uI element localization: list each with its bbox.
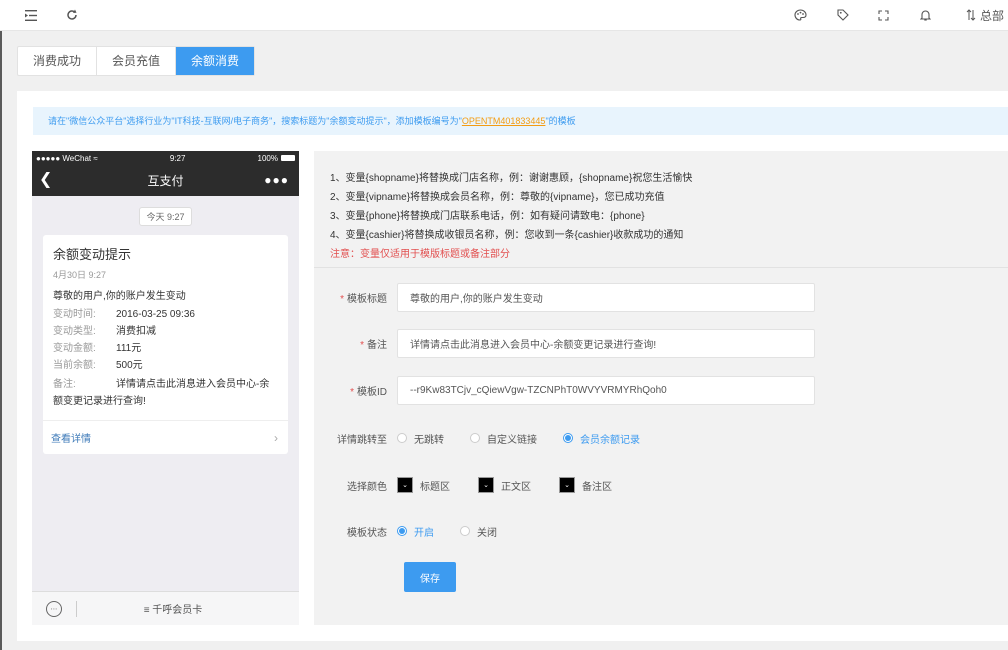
- tab-consume-success[interactable]: 消费成功: [18, 47, 98, 75]
- view-details-label: 查看详情: [51, 434, 91, 445]
- radio-circle-icon: [470, 433, 480, 443]
- title-label: * 模板标题: [340, 294, 387, 305]
- color-row: 选择颜色 ⌄ 标题区 ⌄ 正文区 ⌄ 备注区: [314, 476, 640, 494]
- battery-status: 100%: [258, 154, 295, 163]
- title-row: * 模板标题: [314, 283, 815, 312]
- message-card: 余额变动提示 4月30日 9:27 尊敬的用户,你的账户发生变动 变动时间: 20…: [43, 235, 288, 454]
- phone-preview: ●●●●● WeChat ≈ 9:27 100% ❮ 互支付 ●●● 今天 9:…: [32, 151, 299, 625]
- remark-row: * 备注: [314, 329, 815, 358]
- jump-row: 详情跳转至 无跳转 自定义链接 会员余额记录: [314, 430, 666, 446]
- remark-color-picker[interactable]: ⌄ 备注区: [559, 477, 612, 493]
- phone-nav-bar: ❮ 互支付 ●●●: [32, 165, 299, 196]
- status-row: 模板状态 开启 关闭: [314, 523, 523, 539]
- back-chevron-icon[interactable]: ❮: [39, 172, 52, 188]
- jump-none-radio[interactable]: 无跳转: [397, 431, 444, 446]
- tab-member-recharge[interactable]: 会员充值: [97, 47, 177, 75]
- phone-bottom-bar: ⋯ ≡ 千呼会员卡: [32, 591, 299, 625]
- phone-nav-title: 互支付: [147, 174, 184, 188]
- template-remark-input[interactable]: [397, 329, 815, 358]
- jump-label: 详情跳转至: [337, 434, 387, 446]
- jump-balance-record-radio[interactable]: 会员余额记录: [563, 431, 640, 446]
- tab-bar: 消费成功 会员充值 余额消费: [17, 46, 256, 76]
- remark-label: * 备注: [360, 340, 387, 351]
- phone-status-bar: ●●●●● WeChat ≈ 9:27 100%: [32, 151, 299, 165]
- notice-suffix: "的模板: [545, 116, 576, 126]
- message-row: 当前余额: 500元: [53, 360, 143, 371]
- template-title-input[interactable]: [397, 283, 815, 312]
- left-edge: [0, 31, 2, 650]
- phone-menu-item[interactable]: ≡ 千呼会员卡: [77, 601, 299, 616]
- refresh-icon[interactable]: [63, 0, 81, 30]
- bell-icon[interactable]: [915, 0, 935, 30]
- radio-circle-icon: [397, 433, 407, 443]
- user-switch-icon: [966, 9, 976, 21]
- status-label: 模板状态: [347, 527, 387, 539]
- message-date: 4月30日 9:27: [53, 270, 107, 280]
- view-details-link[interactable]: 查看详情 ›: [43, 420, 288, 454]
- title-color-picker[interactable]: ⌄ 标题区: [397, 477, 450, 493]
- variable-help: 1、变量{shopname}将替换成门店名称，例：谢谢惠顾，{shopname}…: [314, 151, 1008, 264]
- template-id-input[interactable]: [397, 376, 815, 405]
- color-label: 选择颜色: [347, 481, 387, 493]
- palette-icon[interactable]: [790, 0, 810, 30]
- variable-hint: 4、变量{cashier}将替换成收银员名称，例：您收到一条{cashier}收…: [330, 230, 684, 241]
- message-greeting: 尊敬的用户,你的账户发生变动: [53, 291, 186, 302]
- user-menu[interactable]: 总部: [966, 0, 1004, 30]
- main-panel: 请在"微信公众平台"选择行业为"IT科技-互联网/电子商务"，搜索标题为"余额变…: [17, 91, 1008, 641]
- template-code-link[interactable]: OPENTM401833445: [462, 116, 546, 126]
- notice-prefix: 请在"微信公众平台"选择行业为"IT科技-互联网/电子商务"，搜索标题为"余额变…: [48, 116, 462, 126]
- template-notice: 请在"微信公众平台"选择行业为"IT科技-互联网/电子商务"，搜索标题为"余额变…: [33, 107, 1008, 135]
- message-title: 余额变动提示: [53, 247, 132, 262]
- template-form: 1、变量{shopname}将替换成门店名称，例：谢谢惠顾，{shopname}…: [314, 151, 1008, 625]
- jump-custom-link-radio[interactable]: 自定义链接: [470, 431, 537, 446]
- variable-hint: 2、变量{vipname}将替换成会员名称，例：尊敬的{vipname}，您已成…: [330, 192, 665, 203]
- carrier-label: ●●●●● WeChat ≈: [36, 153, 98, 163]
- chevron-down-icon: ⌄: [478, 477, 494, 493]
- chat-timestamp: 今天 9:27: [32, 207, 299, 226]
- template-id-row: * 模板ID: [314, 376, 815, 405]
- save-button[interactable]: 保存: [404, 562, 456, 592]
- status-time: 9:27: [169, 153, 186, 163]
- body-color-picker[interactable]: ⌄ 正文区: [478, 477, 531, 493]
- user-label: 总部: [979, 8, 1004, 23]
- divider: [314, 267, 1008, 268]
- status-on-radio[interactable]: 开启: [397, 524, 434, 539]
- radio-circle-icon: [460, 526, 470, 536]
- battery-icon: [281, 155, 295, 162]
- template-id-label: * 模板ID: [350, 387, 387, 398]
- radio-checked-icon: [563, 433, 573, 443]
- message-row: 变动金额: 111元: [53, 343, 142, 354]
- radio-checked-icon: [397, 526, 407, 536]
- status-off-radio[interactable]: 关闭: [460, 524, 497, 539]
- message-row: 变动时间: 2016-03-25 09:36: [53, 309, 195, 320]
- variable-hint: 3、变量{phone}将替换成门店联系电话，例：如有疑问请致电：{phone}: [330, 211, 645, 222]
- chevron-right-icon: ›: [274, 430, 278, 445]
- menu-fold-icon[interactable]: [22, 0, 40, 30]
- top-bar: 总部: [0, 0, 1008, 31]
- chevron-down-icon: ⌄: [397, 477, 413, 493]
- variable-hint: 1、变量{shopname}将替换成门店名称，例：谢谢惠顾，{shopname}…: [330, 173, 693, 184]
- wifi-icon: ≈: [93, 153, 98, 163]
- more-dots-icon[interactable]: ●●●: [264, 173, 289, 187]
- tab-balance-consume[interactable]: 余额消费: [176, 47, 255, 75]
- keyboard-icon[interactable]: ⋯: [46, 600, 62, 617]
- message-remark: 备注: 详情请点击此消息进入会员中心-余额变更记录进行查询!: [53, 379, 270, 407]
- tag-icon[interactable]: [833, 0, 853, 30]
- fullscreen-icon[interactable]: [874, 0, 892, 30]
- message-row: 变动类型: 消费扣减: [53, 326, 156, 337]
- variable-note: 注意：变量仅适用于模版标题或备注部分: [330, 249, 510, 260]
- chevron-down-icon: ⌄: [559, 477, 575, 493]
